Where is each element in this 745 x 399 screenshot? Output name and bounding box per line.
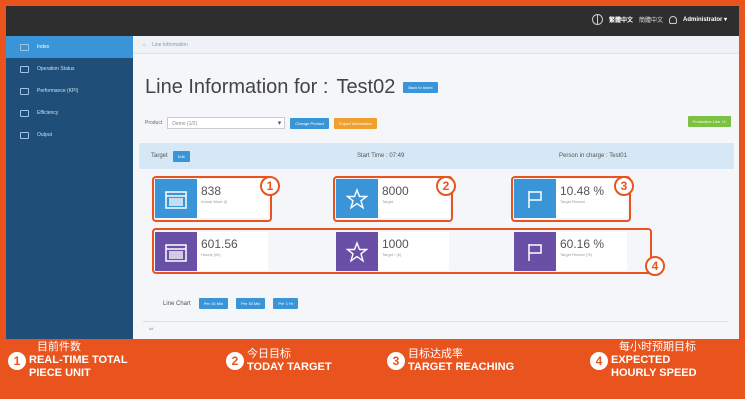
target-label: Target xyxy=(151,153,168,159)
user-menu[interactable]: Administrator ▾ xyxy=(683,16,727,23)
change-product-button[interactable]: Change Product xyxy=(290,117,330,129)
sidebar-item-label: Index xyxy=(37,44,50,50)
sidebar-item-label: Efficiency xyxy=(37,110,59,116)
legend-item-2: 2 今日目标 TODAY TARGET xyxy=(226,348,332,374)
export-info-button[interactable]: Export Information xyxy=(334,117,377,129)
per-1-hr-button[interactable]: Per 1 Hr xyxy=(273,298,299,309)
line-chart-controls: Line Chart Per 15 Min Per 30 Min Per 1 H… xyxy=(163,298,299,309)
per-30-min-button[interactable]: Per 30 Min xyxy=(236,298,266,309)
legend-en: TARGET REACHING xyxy=(408,361,515,373)
lang-traditional[interactable]: 繁體中文 xyxy=(609,15,633,24)
back-to-index-button[interactable]: Back to Index xyxy=(403,82,438,93)
sidebar-item-label: Output xyxy=(37,132,53,138)
top-bar: 繁體中文 簡體中文 Administrator ▾ xyxy=(6,6,739,36)
legend-en: EXPECTED xyxy=(611,354,671,366)
product-select[interactable]: Demo (1/2) xyxy=(167,117,286,129)
legend-bar: 1 目前件数 REAL-TIME TOTAL PIECE UNIT 2 今日目标… xyxy=(0,339,745,399)
legend-en2: HOURLY SPEED xyxy=(611,367,697,379)
per-15-min-button[interactable]: Per 15 Min xyxy=(198,298,229,309)
edit-target-button[interactable]: Edit xyxy=(172,150,190,162)
person-in-charge: Person in charge : Test01 xyxy=(559,153,627,159)
highlight-box-1 xyxy=(152,176,272,222)
sidebar-item-operation[interactable]: Operation Status xyxy=(6,58,133,80)
sidebar-item-efficiency[interactable]: Efficiency xyxy=(6,102,133,124)
legend-en: REAL-TIME TOTAL xyxy=(29,354,128,366)
page-title: Line Information for : Test02 Back to In… xyxy=(145,76,438,99)
legend-cn: 每小时预期目标 xyxy=(619,341,696,353)
legend-number: 3 xyxy=(387,352,405,370)
title-prefix: Line Information for : xyxy=(145,76,329,98)
lang-simplified[interactable]: 簡體中文 xyxy=(639,15,663,24)
highlight-box-4 xyxy=(152,228,652,274)
production-line-button[interactable]: Production Line +1 xyxy=(687,116,731,127)
legend-number: 2 xyxy=(226,352,244,370)
sidebar-item-label: Performance (KPI) xyxy=(37,88,79,94)
home-icon[interactable]: ⌂ xyxy=(143,42,146,53)
gauge-icon xyxy=(20,109,29,117)
line-chart-label: Line Chart xyxy=(163,300,191,307)
product-label: Product xyxy=(145,120,163,126)
marker-4: 4 xyxy=(645,256,665,276)
start-time: Start Time : 07:49 xyxy=(357,153,405,159)
target-bar: Target Edit Start Time : 07:49 Person in… xyxy=(139,143,734,169)
legend-en2: PIECE UNIT xyxy=(29,367,91,379)
sidebar-item-output[interactable]: Output xyxy=(6,124,133,146)
output-icon xyxy=(20,131,29,139)
chart-icon xyxy=(20,87,29,95)
monitor-icon xyxy=(20,43,29,51)
legend-cn: 目前件数 xyxy=(37,341,81,353)
legend-number: 4 xyxy=(590,351,608,370)
title-line: Test02 xyxy=(336,76,396,98)
legend-en: TODAY TARGET xyxy=(247,361,332,373)
sidebar: Index Operation Status Performance (KPI)… xyxy=(6,36,133,339)
monitor-icon xyxy=(20,65,29,73)
line-chart-area: ## xyxy=(143,321,728,339)
marker-2: 2 xyxy=(436,176,456,196)
legend-cn: 目标达成率 xyxy=(408,348,463,360)
sidebar-item-performance[interactable]: Performance (KPI) xyxy=(6,80,133,102)
marker-3: 3 xyxy=(614,176,634,196)
legend-item-1: 1 目前件数 REAL-TIME TOTAL PIECE UNIT xyxy=(8,341,128,380)
legend-cn: 今日目标 xyxy=(247,348,291,360)
legend-item-3: 3 目标达成率 TARGET REACHING xyxy=(387,348,514,374)
sidebar-item-index[interactable]: Index xyxy=(6,36,133,58)
breadcrumb-current: Line Information xyxy=(152,42,188,48)
product-row: Product Demo (1/2) Change Product Export… xyxy=(145,117,377,129)
app-screen: 繁體中文 簡體中文 Administrator ▾ Index Operatio… xyxy=(6,6,739,339)
legend-number: 1 xyxy=(8,351,26,370)
marker-1: 1 xyxy=(260,176,280,196)
highlight-box-3 xyxy=(511,176,631,222)
main-content: ⌂ Line Information Line Information for … xyxy=(133,36,739,339)
user-icon xyxy=(668,15,677,24)
breadcrumb: ⌂ Line Information xyxy=(133,36,739,54)
globe-icon[interactable] xyxy=(591,14,603,25)
legend-item-4: 4 每小时预期目标 EXPECTED HOURLY SPEED xyxy=(590,341,697,380)
chart-axis-hint: ## xyxy=(149,326,154,331)
highlight-box-2 xyxy=(333,176,453,222)
annotation-frame: 繁體中文 簡體中文 Administrator ▾ Index Operatio… xyxy=(0,0,745,399)
sidebar-item-label: Operation Status xyxy=(37,66,75,72)
